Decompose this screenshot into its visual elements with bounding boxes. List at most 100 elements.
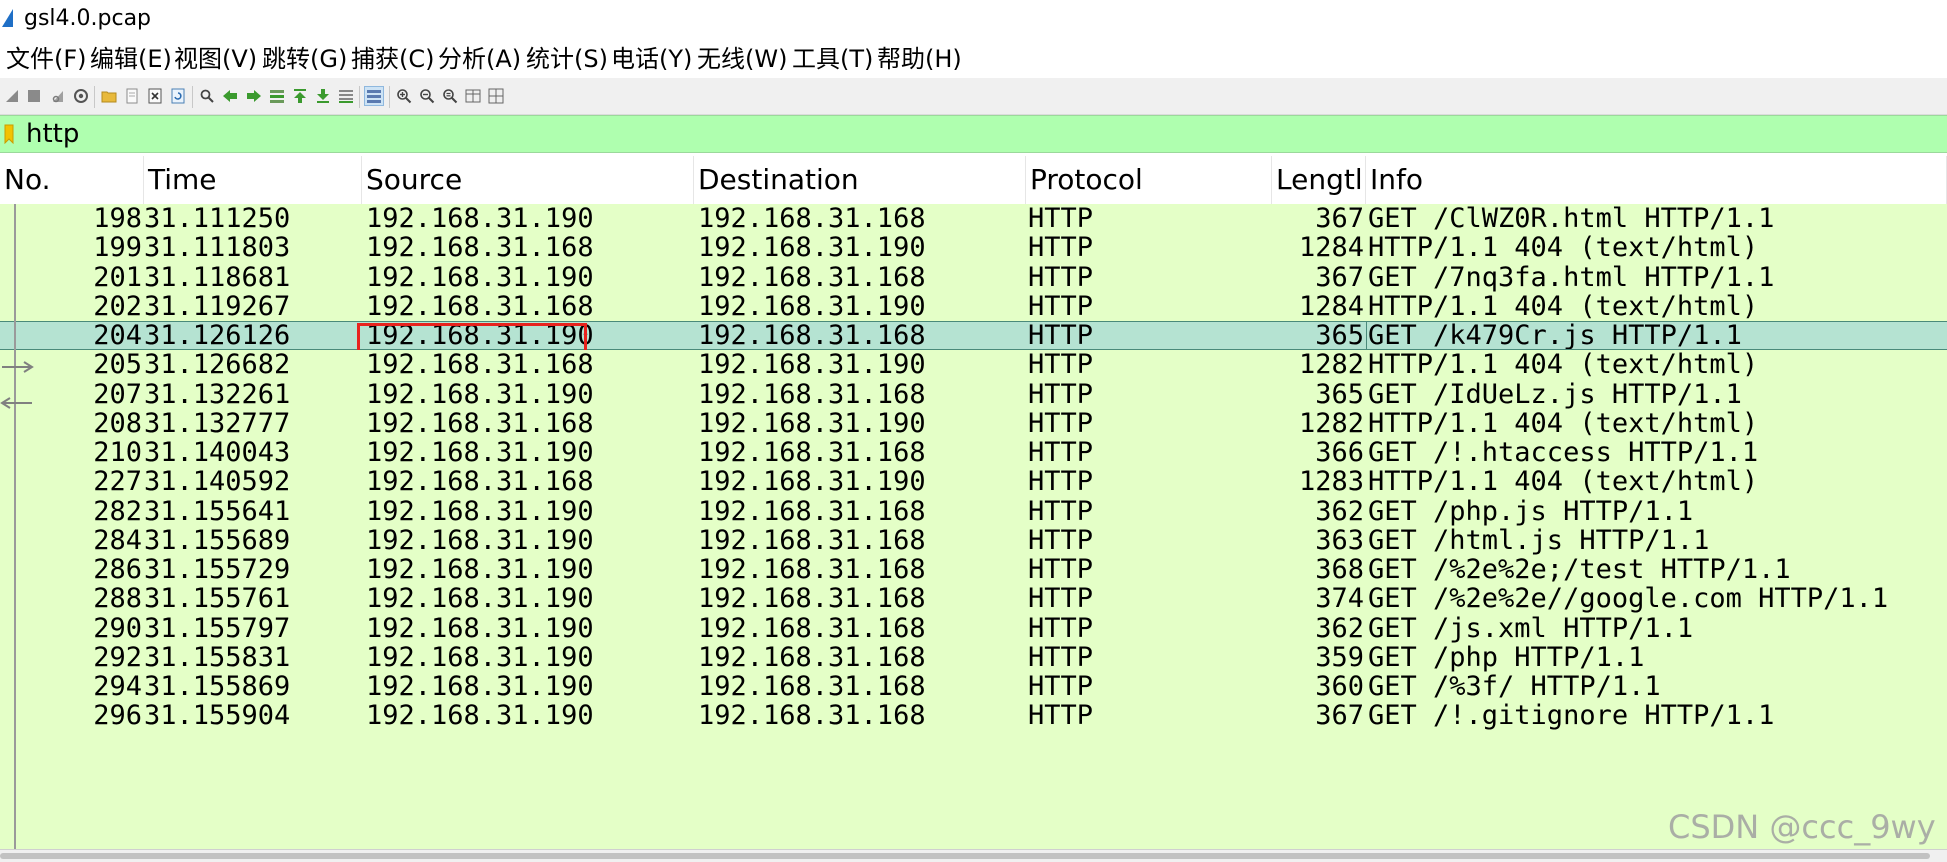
table-row[interactable]: 227 31.140592 192.168.31.168 192.168.31.190… xyxy=(0,467,1947,497)
column-destination[interactable]: Destination xyxy=(694,156,1026,204)
column-time[interactable]: Time xyxy=(144,156,362,204)
go-first-packet-icon[interactable] xyxy=(290,86,310,106)
packet-time: 31.140043 xyxy=(144,438,291,468)
colorize-icon[interactable] xyxy=(364,86,384,106)
normal-size-icon[interactable] xyxy=(440,86,460,106)
menu-view[interactable]: 视图(V) xyxy=(174,44,257,74)
packet-info: HTTP/1.1 404 (text/html) xyxy=(1368,467,1759,497)
packet-time: 31.140592 xyxy=(144,467,291,497)
packet-info: GET /php.js HTTP/1.1 xyxy=(1368,496,1694,526)
table-row[interactable]: 294 31.155869 192.168.31.190 192.168.31.168… xyxy=(0,672,1947,702)
table-row[interactable]: 198 31.111250 192.168.31.190 192.168.31.168… xyxy=(0,204,1947,234)
resize-columns-icon[interactable] xyxy=(463,86,483,106)
table-row[interactable]: 207 31.132261 192.168.31.190 192.168.31.168… xyxy=(0,379,1947,409)
column-length[interactable]: Lengtl xyxy=(1272,156,1366,204)
packet-number: 202 xyxy=(93,291,142,321)
find-packet-icon[interactable] xyxy=(197,86,217,106)
packet-number: 286 xyxy=(93,555,142,585)
packet-destination: 192.168.31.168 xyxy=(698,438,926,468)
packet-length: 360 xyxy=(1315,672,1364,702)
column-no[interactable]: No. xyxy=(0,156,144,204)
packet-protocol: HTTP xyxy=(1028,701,1094,731)
menu-file[interactable]: 文件(F) xyxy=(6,44,87,74)
menu-edit[interactable]: 编辑(E) xyxy=(90,44,172,74)
table-row[interactable]: 202 31.119267 192.168.31.168 192.168.31.190… xyxy=(0,291,1947,321)
menu-wireless[interactable]: 无线(W) xyxy=(697,44,787,74)
zoom-in-icon[interactable] xyxy=(394,86,414,106)
go-last-packet-icon[interactable] xyxy=(313,86,333,106)
capture-options-icon[interactable] xyxy=(71,86,91,106)
packet-destination: 192.168.31.190 xyxy=(698,408,926,438)
column-source[interactable]: Source xyxy=(362,156,694,204)
table-row[interactable]: 292 31.155831 192.168.31.190 192.168.31.168… xyxy=(0,642,1947,672)
table-row[interactable]: 296 31.155904 192.168.31.190 192.168.31.168… xyxy=(0,701,1947,731)
go-to-packet-icon[interactable] xyxy=(267,86,287,106)
table-row[interactable]: 210 31.140043 192.168.31.190 192.168.31.168… xyxy=(0,438,1947,468)
table-row[interactable]: 205 31.126682 192.168.31.168 192.168.31.190… xyxy=(0,350,1947,380)
toolbar-separator xyxy=(389,86,390,108)
save-file-icon[interactable] xyxy=(122,86,142,106)
reload-file-icon[interactable] xyxy=(168,86,188,106)
scrollbar-thumb[interactable] xyxy=(0,853,1930,859)
packet-time: 31.111803 xyxy=(144,233,291,263)
window-title: gsl4.0.pcap xyxy=(24,6,152,31)
horizontal-scrollbar[interactable] xyxy=(0,849,1947,862)
packet-info: GET /7nq3fa.html HTTP/1.1 xyxy=(1368,262,1775,292)
layout-icon[interactable] xyxy=(486,86,506,106)
table-row[interactable]: 208 31.132777 192.168.31.168 192.168.31.190… xyxy=(0,408,1947,438)
menu-capture[interactable]: 捕获(C) xyxy=(351,44,434,74)
wireshark-fin-icon xyxy=(2,9,13,27)
packet-number: 288 xyxy=(93,584,142,614)
menu-help[interactable]: 帮助(H) xyxy=(877,44,962,74)
restart-capture-icon[interactable] xyxy=(48,86,68,106)
packet-info: GET /%2e%2e;/test HTTP/1.1 xyxy=(1368,555,1791,585)
packet-number: 207 xyxy=(93,379,142,409)
table-row[interactable]: 286 31.155729 192.168.31.190 192.168.31.168… xyxy=(0,555,1947,585)
packet-destination: 192.168.31.168 xyxy=(698,701,926,731)
close-file-icon[interactable] xyxy=(145,86,165,106)
column-info[interactable]: Info xyxy=(1366,156,1947,204)
packet-source: 192.168.31.190 xyxy=(366,701,594,731)
packet-number: 210 xyxy=(93,438,142,468)
packet-time: 31.155689 xyxy=(144,525,291,555)
bookmark-icon[interactable] xyxy=(4,124,14,144)
menu-statistics[interactable]: 统计(S) xyxy=(526,44,608,74)
packet-length: 1282 xyxy=(1298,350,1364,380)
table-row[interactable]: 201 31.118681 192.168.31.190 192.168.31.168… xyxy=(0,262,1947,292)
go-forward-icon[interactable] xyxy=(244,86,264,106)
go-back-icon[interactable] xyxy=(220,86,240,106)
packet-destination: 192.168.31.168 xyxy=(698,584,926,614)
toolbar-separator xyxy=(359,86,360,108)
column-protocol[interactable]: Protocol xyxy=(1026,156,1272,204)
packet-length: 365 xyxy=(1315,322,1364,350)
open-file-icon[interactable] xyxy=(99,86,119,106)
packet-source: 192.168.31.190 xyxy=(366,438,594,468)
display-filter-input[interactable] xyxy=(26,119,1926,149)
table-row[interactable]: 204 31.126126 192.168.31.190 192.168.31.168… xyxy=(0,321,1947,354)
table-row[interactable]: 284 31.155689 192.168.31.190 192.168.31.168… xyxy=(0,525,1947,555)
packet-info: GET /js.xml HTTP/1.1 xyxy=(1368,613,1694,643)
menu-analyze[interactable]: 分析(A) xyxy=(438,44,521,74)
packet-length: 365 xyxy=(1315,379,1364,409)
menu-tools[interactable]: 工具(T) xyxy=(792,44,873,74)
packet-number: 292 xyxy=(93,642,142,672)
menu-telephony[interactable]: 电话(Y) xyxy=(611,44,692,74)
table-row[interactable]: 199 31.111803 192.168.31.168 192.168.31.190… xyxy=(0,233,1947,263)
related-packets-line xyxy=(14,204,16,849)
table-row[interactable]: 282 31.155641 192.168.31.190 192.168.31.168… xyxy=(0,496,1947,526)
start-capture-icon[interactable] xyxy=(2,86,22,106)
packet-protocol: HTTP xyxy=(1028,204,1094,234)
packet-time: 31.119267 xyxy=(144,291,291,321)
packet-info: HTTP/1.1 404 (text/html) xyxy=(1368,291,1759,321)
packet-list[interactable]: 198 31.111250 192.168.31.190 192.168.31.168… xyxy=(0,204,1947,849)
packet-source: 192.168.31.190 xyxy=(366,672,594,702)
auto-scroll-icon[interactable] xyxy=(336,86,356,106)
packet-number: 282 xyxy=(93,496,142,526)
stop-capture-icon[interactable] xyxy=(24,86,44,106)
table-row[interactable]: 290 31.155797 192.168.31.190 192.168.31.168… xyxy=(0,613,1947,643)
table-row[interactable]: 288 31.155761 192.168.31.190 192.168.31.168… xyxy=(0,584,1947,614)
packet-protocol: HTTP xyxy=(1028,613,1094,643)
menu-go[interactable]: 跳转(G) xyxy=(262,44,347,74)
zoom-out-icon[interactable] xyxy=(417,86,437,106)
packet-info: GET /!.htaccess HTTP/1.1 xyxy=(1368,438,1759,468)
